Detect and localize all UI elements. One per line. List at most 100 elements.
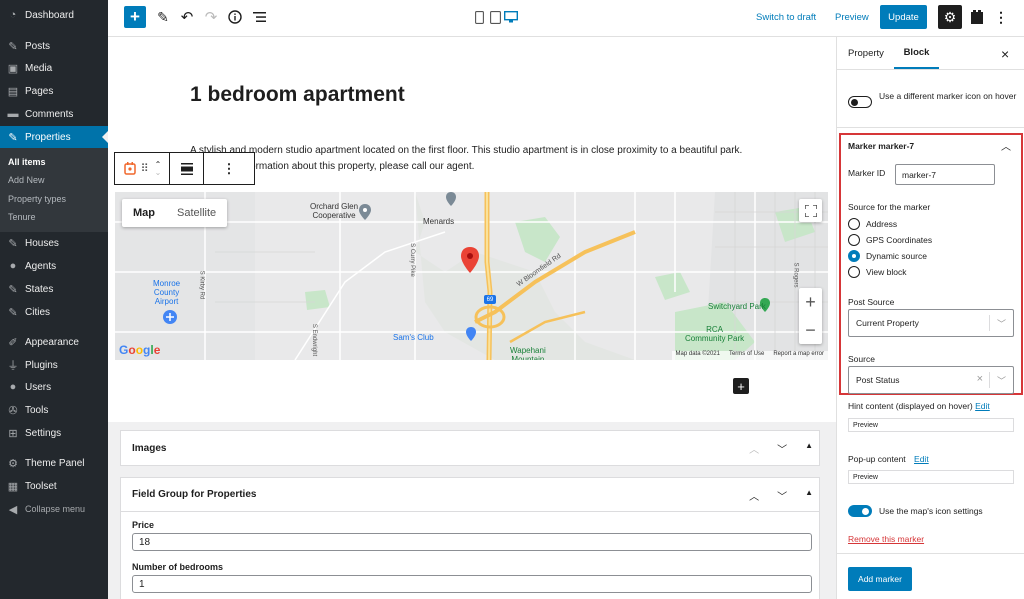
move-down-icon[interactable]: ﹀: [777, 441, 787, 456]
field-group-metabox: Field Group for Properties ︿ ﹀ ▲ Price 1…: [120, 477, 820, 599]
more-options-button[interactable]: ⋮: [994, 8, 1008, 26]
post-source-label: Post Source: [848, 297, 895, 307]
menu-item-houses[interactable]: ✎ Houses: [0, 232, 108, 254]
block-inserter-button[interactable]: +: [124, 6, 146, 28]
menu-item-comments[interactable]: ▬ Comments: [0, 103, 108, 125]
icon-settings-label: Use the map's icon settings: [879, 506, 983, 516]
close-sidebar-button[interactable]: ×: [1001, 46, 1009, 62]
menu-item-tools[interactable]: ✇ Tools: [0, 399, 108, 421]
map-report-error-link[interactable]: Report a map error: [773, 351, 824, 360]
menu-item-pages[interactable]: ▤ Pages: [0, 80, 108, 102]
field-group-metabox-title[interactable]: Field Group for Properties: [121, 478, 819, 512]
switch-to-draft-button[interactable]: Switch to draft: [756, 10, 816, 24]
move-down-icon[interactable]: ﹀: [777, 488, 787, 503]
post-source-select[interactable]: Current Property ﹀: [848, 309, 1014, 337]
radio-address[interactable]: Address: [848, 218, 897, 230]
chevron-up-icon: ︿: [1001, 142, 1011, 153]
hover-icon-toggle[interactable]: [848, 96, 872, 108]
move-up-icon[interactable]: ︿: [749, 441, 759, 456]
map-block[interactable]: Menards Orchard Glen Cooperative Monroe …: [115, 192, 828, 360]
map-block-button[interactable]: [123, 161, 137, 177]
menu-item-appearance[interactable]: ✐ Appearance: [0, 331, 108, 353]
map-terms-link[interactable]: Terms of Use: [729, 351, 764, 360]
radio-gps-coordinates[interactable]: GPS Coordinates: [848, 234, 932, 246]
radio-view-block[interactable]: View block: [848, 266, 906, 278]
menu-item-cities[interactable]: ✎ Cities: [0, 301, 108, 323]
redo-button[interactable]: ↷: [202, 8, 220, 26]
map-label-monroe-county: Monroe County Airport: [153, 279, 181, 306]
tab-property[interactable]: Property: [848, 37, 884, 69]
submenu-property-types[interactable]: Property types: [8, 194, 66, 204]
map-type-satellite-button[interactable]: Satellite: [166, 199, 227, 227]
toolset-button[interactable]: [968, 8, 986, 26]
submenu-add-new[interactable]: Add New: [8, 175, 45, 185]
menu-item-theme-panel[interactable]: ⚙ Theme Panel: [0, 452, 108, 474]
menu-item-users[interactable]: ● Users: [0, 376, 108, 398]
move-up-icon[interactable]: ︿: [749, 488, 759, 503]
marker-id-label: Marker ID: [848, 168, 886, 178]
tab-block[interactable]: Block: [894, 37, 939, 69]
clear-icon[interactable]: ×: [977, 373, 983, 385]
submenu-tenure[interactable]: Tenure: [8, 212, 36, 222]
undo-button[interactable]: ↶: [178, 8, 196, 26]
preview-button[interactable]: Preview: [835, 10, 869, 24]
move-down-icon[interactable]: ⌄: [155, 168, 162, 177]
add-marker-button[interactable]: Add marker: [848, 567, 912, 591]
images-metabox-title[interactable]: Images: [121, 431, 819, 465]
post-title[interactable]: 1 bedroom apartment: [190, 83, 405, 107]
map-type-map-button[interactable]: Map: [122, 199, 166, 227]
block-appender-button[interactable]: +: [733, 378, 749, 394]
zoom-in-button[interactable]: +: [799, 288, 822, 316]
radio-circle: [848, 218, 860, 230]
admin-sidebar: ◔ Dashboard ✎ Posts ▣ Media ▤ Pages ▬ Comment…: [0, 0, 108, 599]
price-input[interactable]: 18: [132, 533, 812, 551]
menu-item-agents[interactable]: ● Agents: [0, 255, 108, 277]
collapse-menu-button[interactable]: ◀ Collapse menu: [0, 498, 108, 520]
update-button[interactable]: Update: [880, 5, 927, 29]
align-wide-icon: [180, 162, 193, 175]
drag-handle-icon[interactable]: ⠿: [141, 162, 149, 175]
tools-button[interactable]: ✎: [154, 8, 172, 26]
bedrooms-label: Number of bedrooms: [132, 562, 224, 572]
post-paragraph[interactable]: A stylish and modern studio apartment lo…: [190, 143, 750, 175]
preview-desktop-button[interactable]: [503, 9, 519, 25]
remove-marker-link[interactable]: Remove this marker: [848, 534, 924, 544]
popup-edit-link[interactable]: Edit: [914, 454, 929, 464]
fullscreen-button[interactable]: [799, 199, 822, 222]
radio-dynamic-source[interactable]: Dynamic source: [848, 250, 927, 262]
menu-item-properties[interactable]: ✎ Properties: [0, 126, 108, 148]
align-button[interactable]: [170, 153, 204, 184]
marker-id-input[interactable]: marker-7: [895, 164, 995, 185]
collapse-icon: ◀: [8, 503, 18, 516]
hint-edit-link[interactable]: Edit: [975, 401, 990, 411]
submenu-all-items[interactable]: All items: [8, 157, 46, 167]
pages-icon: ▤: [7, 85, 19, 98]
menu-item-settings[interactable]: ⊞ Settings: [0, 422, 108, 444]
toggle-panel-icon[interactable]: ▲: [805, 441, 813, 456]
list-view-button[interactable]: [251, 8, 269, 26]
map-label-highway: 69: [486, 297, 494, 303]
menu-item-plugins[interactable]: ⏚ Plugins: [0, 354, 108, 376]
source2-select[interactable]: Post Status × ﹀: [848, 366, 1014, 394]
collapse-panel-button[interactable]: ︿: [1001, 138, 1011, 153]
menu-item-states[interactable]: ✎ States: [0, 278, 108, 300]
toggle-panel-icon[interactable]: ▲: [805, 488, 813, 503]
preview-mobile-button[interactable]: [472, 9, 486, 25]
marker-panel-title[interactable]: Marker marker-7: [848, 141, 914, 151]
menu-item-posts[interactable]: ✎ Posts: [0, 35, 108, 57]
bedrooms-input[interactable]: 1: [132, 575, 812, 593]
images-metabox: Images ︿ ﹀ ▲: [120, 430, 820, 466]
map-data-credit: Map data ©2021: [675, 351, 720, 357]
pin-icon: ✎: [8, 306, 18, 319]
more-vertical-icon: ⋮: [222, 160, 236, 176]
icon-settings-toggle[interactable]: [848, 505, 872, 517]
details-button[interactable]: [226, 8, 244, 26]
preview-tablet-button[interactable]: [488, 9, 502, 25]
comments-icon: ▬: [7, 108, 19, 120]
menu-item-toolset[interactable]: ▦ Toolset: [0, 475, 108, 497]
menu-item-dashboard[interactable]: ◔ Dashboard: [0, 4, 108, 26]
settings-button[interactable]: ⚙: [938, 5, 962, 29]
menu-item-media[interactable]: ▣ Media: [0, 57, 108, 79]
zoom-out-button[interactable]: −: [799, 316, 822, 344]
block-more-options-button[interactable]: ⋮: [204, 153, 254, 184]
